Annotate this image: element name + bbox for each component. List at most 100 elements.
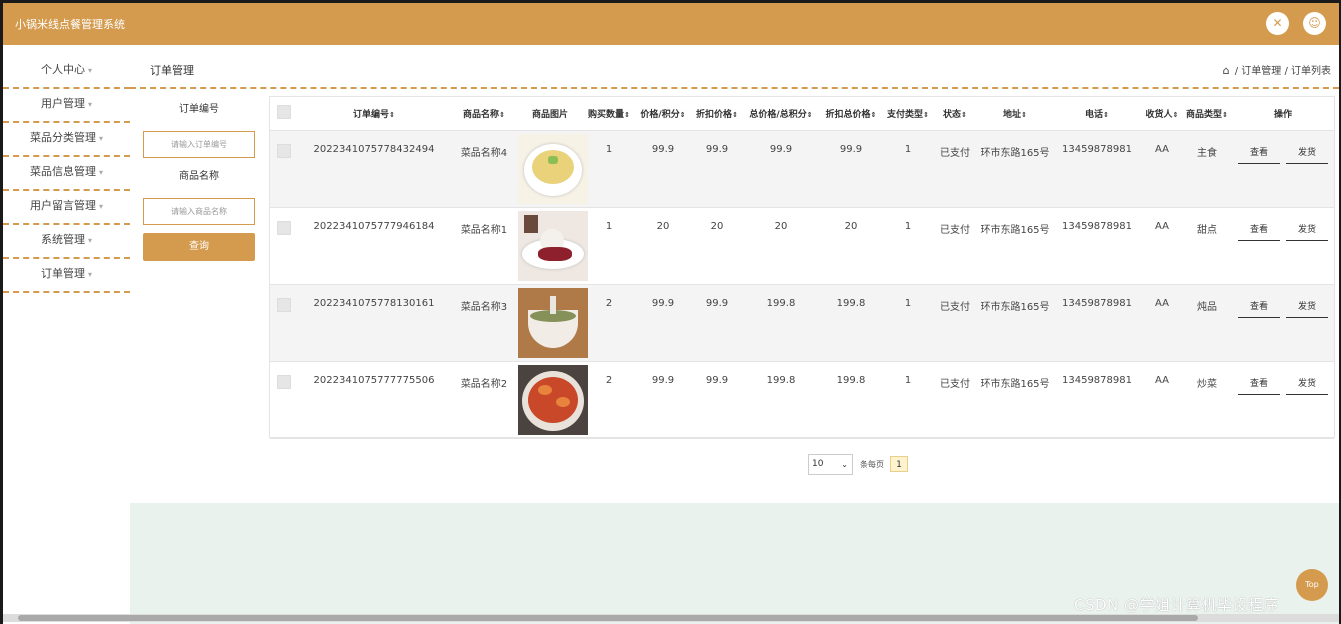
column-header[interactable]: 总价格/总积分⇕ — [744, 97, 818, 131]
watermark: CSDN @学姐计算机毕设程序 — [1074, 596, 1280, 614]
column-header[interactable]: 折扣价格⇕ — [690, 97, 744, 131]
product-name: 菜品名称2 — [460, 379, 508, 390]
product-type: 炒菜 — [1197, 379, 1217, 390]
column-header[interactable]: 价格/积分⇕ — [636, 97, 690, 131]
horizontal-scrollbar[interactable] — [3, 614, 1339, 622]
app-title: 小锅米线点餐管理系统 — [15, 18, 125, 31]
status: 已支付 — [940, 379, 970, 390]
sort-icon: ⇕ — [1103, 111, 1109, 119]
phone: 13459878981 — [1062, 221, 1132, 232]
chevron-down-icon: ▾ — [98, 202, 103, 211]
sidebar-item-order-management[interactable]: 订单管理 ▾ — [3, 259, 130, 293]
pay-type: 1 — [904, 375, 912, 386]
table-row: 2022341075777775506 菜品名称2 2 99.9 99.9 19… — [270, 361, 1334, 439]
product-type: 甜点 — [1197, 225, 1217, 236]
order-no: 2022341075777946184 — [313, 221, 435, 232]
chevron-down-icon: ▾ — [87, 270, 92, 279]
view-button[interactable]: 查看 — [1238, 299, 1280, 318]
select-all-checkbox[interactable] — [270, 97, 298, 131]
product-type: 主食 — [1197, 148, 1217, 159]
row-checkbox[interactable] — [270, 361, 298, 439]
order-no-label: 订单编号 — [179, 104, 219, 115]
sidebar-item-message-management[interactable]: 用户留言管理 ▾ — [3, 191, 130, 225]
status: 已支付 — [940, 148, 970, 159]
sort-icon: ⇕ — [1222, 111, 1228, 119]
product-image — [518, 207, 588, 285]
status: 已支付 — [940, 225, 970, 236]
fullscreen-icon[interactable]: ✕ — [1266, 12, 1289, 35]
view-button[interactable]: 查看 — [1238, 222, 1280, 241]
status: 已支付 — [940, 302, 970, 313]
breadcrumb-text: / 订单管理 / 订单列表 — [1231, 66, 1331, 77]
address: 环市东路165号 — [980, 379, 1050, 390]
total-price: 199.8 — [766, 375, 796, 386]
sidebar-item-personal-center[interactable]: 个人中心 ▾ — [3, 55, 130, 89]
query-button[interactable]: 查询 — [143, 233, 255, 261]
price: 20 — [656, 221, 670, 232]
chevron-down-icon: ⌄ — [841, 460, 848, 469]
order-table: 订单编号⇕ 商品名称⇕ 商品图片 购买数量⇕ 价格/积分⇕ 折扣价格⇕ 总价格/… — [269, 96, 1335, 439]
ship-button[interactable]: 发货 — [1286, 299, 1328, 318]
view-button[interactable]: 查看 — [1238, 145, 1280, 164]
sort-icon: ⇕ — [961, 111, 967, 119]
column-header[interactable]: 商品类型⇕ — [1182, 97, 1232, 131]
product-name-input[interactable]: 请输入商品名称 — [143, 198, 255, 225]
column-header[interactable]: 折扣总价格⇕ — [818, 97, 884, 131]
scrollbar-thumb[interactable] — [18, 615, 1198, 621]
per-page-label: 条每页 — [860, 460, 884, 469]
row-checkbox[interactable] — [270, 207, 298, 285]
order-no-input[interactable]: 请输入订单编号 — [143, 131, 255, 158]
ship-button[interactable]: 发货 — [1286, 222, 1328, 241]
user-icon[interactable]: ☺ — [1303, 12, 1326, 35]
column-header[interactable]: 电话⇕ — [1052, 97, 1142, 131]
discount-price: 20 — [710, 221, 724, 232]
sort-icon: ⇕ — [499, 111, 505, 119]
product-name-label: 商品名称 — [179, 171, 219, 182]
column-header[interactable]: 订单编号⇕ — [298, 97, 450, 131]
ship-button[interactable]: 发货 — [1286, 376, 1328, 395]
discount-total: 99.9 — [839, 144, 863, 155]
column-header[interactable]: 状态⇕ — [932, 97, 978, 131]
column-header[interactable]: 商品名称⇕ — [450, 97, 518, 131]
sidebar-item-category-management[interactable]: 菜品分类管理 ▾ — [3, 123, 130, 157]
order-no: 2022341075778130161 — [313, 298, 435, 309]
sort-icon: ⇕ — [806, 111, 813, 119]
chevron-down-icon: ▾ — [87, 66, 92, 75]
sort-icon: ⇕ — [732, 111, 738, 119]
phone: 13459878981 — [1062, 375, 1132, 386]
total-price: 99.9 — [769, 144, 793, 155]
search-panel: 订单编号 请输入订单编号 商品名称 请输入商品名称 查询 — [143, 97, 255, 261]
home-icon[interactable]: ⌂ — [1223, 64, 1230, 77]
page-size-select[interactable]: 10 ⌄ — [808, 454, 853, 475]
receiver: AA — [1155, 144, 1169, 155]
column-header[interactable]: 地址⇕ — [978, 97, 1052, 131]
column-header[interactable]: 支付类型⇕ — [884, 97, 932, 131]
table-row: 2022341075778432494 菜品名称4 1 99.9 99.9 99… — [270, 130, 1334, 208]
product-type: 炖品 — [1197, 302, 1217, 313]
view-button[interactable]: 查看 — [1238, 376, 1280, 395]
back-to-top-button[interactable]: Top — [1296, 569, 1328, 601]
row-checkbox[interactable] — [270, 284, 298, 362]
topbar-divider — [130, 87, 1339, 89]
chevron-down-icon: ▾ — [87, 236, 92, 245]
row-checkbox[interactable] — [270, 130, 298, 208]
sidebar-item-system-management[interactable]: 系统管理 ▾ — [3, 225, 130, 259]
column-header[interactable]: 购买数量⇕ — [582, 97, 636, 131]
order-no: 2022341075778432494 — [313, 144, 435, 155]
product-image — [518, 284, 588, 362]
discount-price: 99.9 — [705, 298, 729, 309]
ship-button[interactable]: 发货 — [1286, 145, 1328, 164]
address: 环市东路165号 — [980, 148, 1050, 159]
discount-price: 99.9 — [705, 375, 729, 386]
sidebar-item-user-management[interactable]: 用户管理 ▾ — [3, 89, 130, 123]
discount-total: 199.8 — [836, 375, 866, 386]
chevron-down-icon: ▾ — [98, 168, 103, 177]
discount-price: 99.9 — [705, 144, 729, 155]
total-price: 199.8 — [766, 298, 796, 309]
pay-type: 1 — [904, 221, 912, 232]
page-number[interactable]: 1 — [890, 456, 908, 472]
quantity: 2 — [605, 375, 613, 386]
chevron-down-icon: ▾ — [87, 100, 92, 109]
column-header[interactable]: 收货人⇕ — [1142, 97, 1182, 131]
sidebar-item-dish-management[interactable]: 菜品信息管理 ▾ — [3, 157, 130, 191]
